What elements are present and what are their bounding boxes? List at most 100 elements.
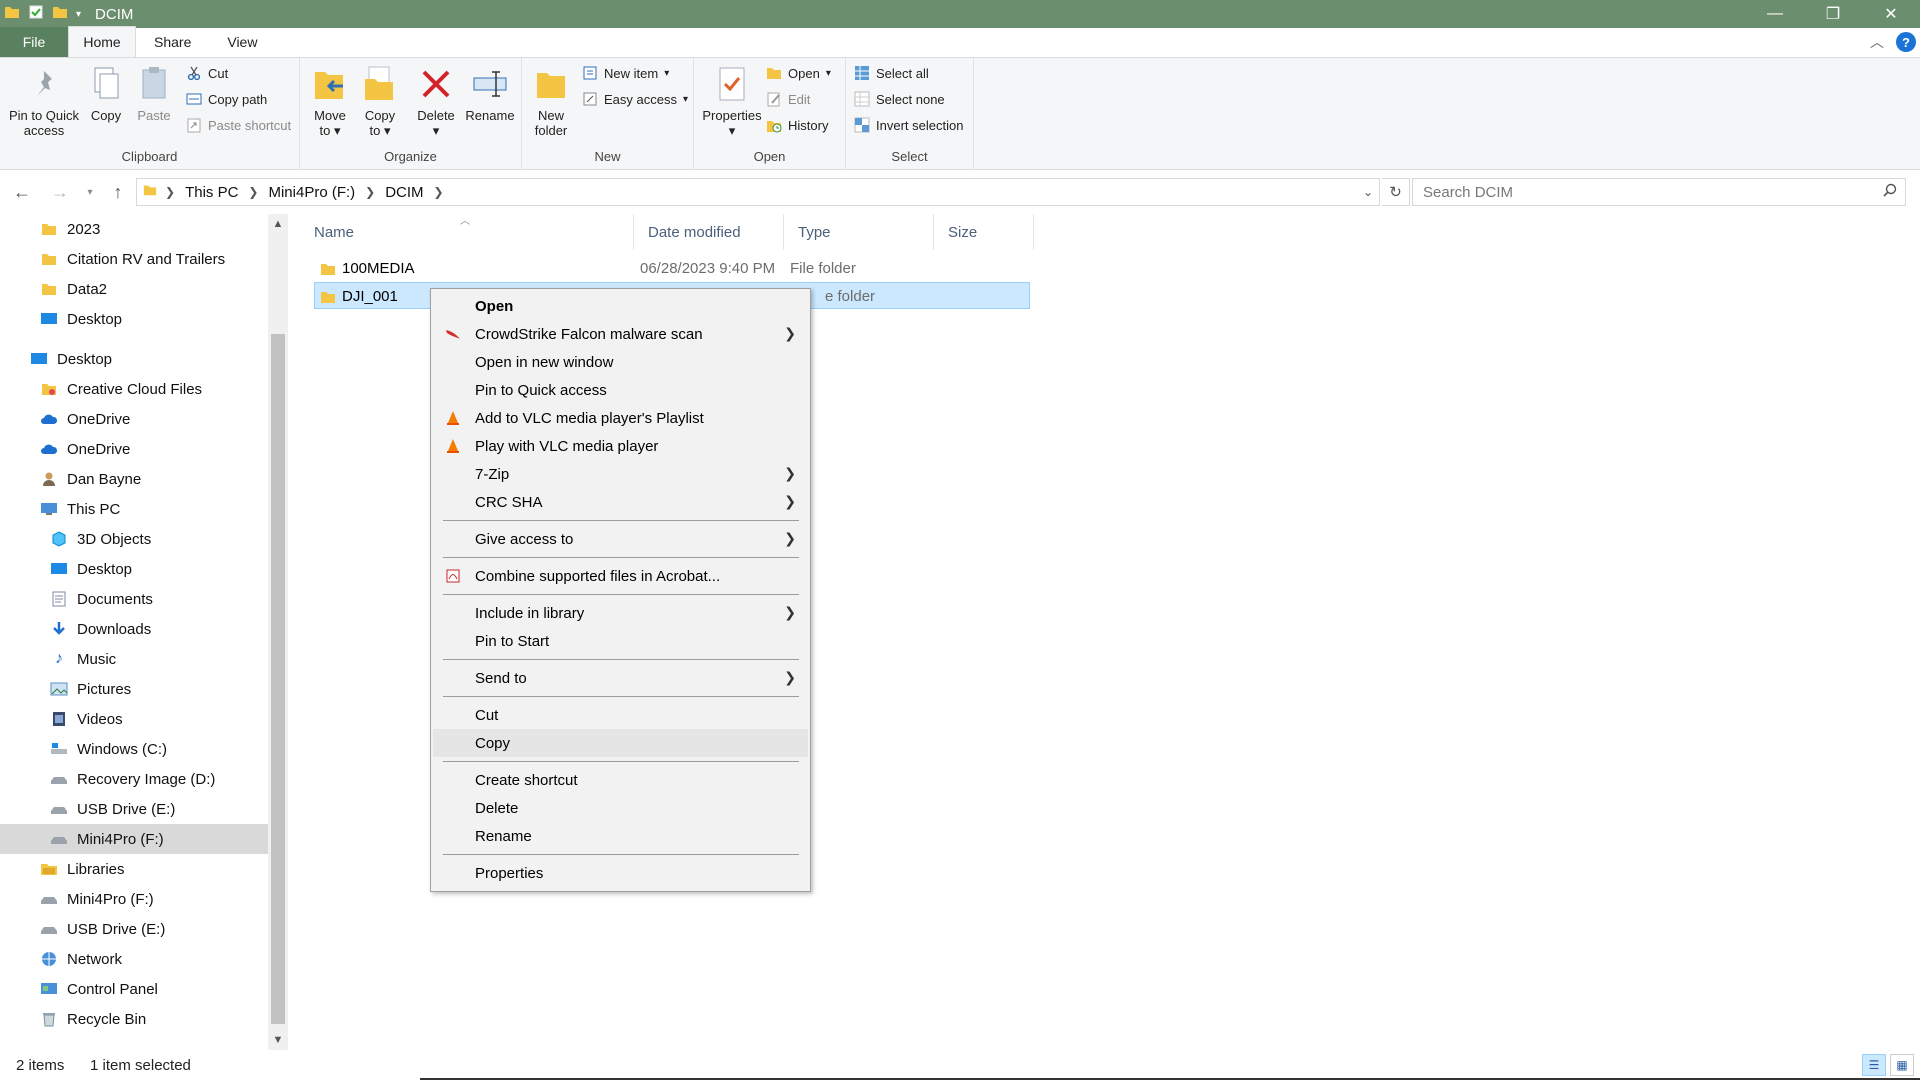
select-none-button[interactable]: Select none (854, 88, 945, 110)
properties-dropdown-icon[interactable]: ▾ (696, 123, 768, 138)
nav-item-network[interactable]: Network (0, 944, 268, 974)
scroll-down-arrow-icon[interactable]: ▼ (268, 1030, 288, 1050)
delete-dropdown-icon[interactable]: ▾ (414, 123, 458, 138)
back-arrow-icon[interactable]: ← (10, 180, 34, 204)
edit-button[interactable]: Edit (766, 88, 810, 110)
nav-item-music[interactable]: ♪ Music (0, 644, 268, 674)
large-icons-view-icon[interactable]: ▦ (1890, 1054, 1914, 1076)
open-button[interactable]: Open ▾ (766, 62, 831, 84)
copy-to-button[interactable]: Copy to ▾ (358, 64, 402, 138)
recent-locations-icon[interactable]: ▾ (78, 180, 102, 204)
menu-item-open[interactable]: Open (433, 292, 808, 320)
nav-item-windows-c[interactable]: Windows (C:) (0, 734, 268, 764)
column-header-size[interactable]: Size (934, 214, 1034, 250)
menu-item-create-shortcut[interactable]: Create shortcut (433, 766, 808, 794)
history-button[interactable]: History (766, 114, 828, 136)
easy-access-button[interactable]: Easy access ▾ (582, 88, 688, 110)
forward-arrow-icon[interactable]: → (48, 180, 72, 204)
cut-button[interactable]: Cut (186, 62, 228, 84)
nav-item-data2[interactable]: Data2 (0, 274, 268, 304)
menu-item-vlc-play[interactable]: Play with VLC media player (433, 432, 808, 460)
breadcrumb-drive[interactable]: Mini4Pro (F:) (262, 184, 361, 201)
help-icon[interactable]: ? (1896, 32, 1916, 52)
menu-item-pin-start[interactable]: Pin to Start (433, 627, 808, 655)
menu-item-pin-quick-access[interactable]: Pin to Quick access (433, 376, 808, 404)
nav-item-creative-cloud[interactable]: Creative Cloud Files (0, 374, 268, 404)
up-arrow-icon[interactable]: ↑ (106, 180, 130, 204)
nav-item-dan-bayne[interactable]: Dan Bayne (0, 464, 268, 494)
address-dropdown-icon[interactable]: ⌄ (1363, 185, 1379, 199)
menu-item-properties[interactable]: Properties (433, 859, 808, 887)
address-bar[interactable]: ❯ This PC ❯ Mini4Pro (F:) ❯ DCIM ❯ ⌄ (136, 178, 1380, 206)
customize-toolbar-icon[interactable]: ▾ (76, 9, 81, 20)
menu-item-acrobat-combine[interactable]: Combine supported files in Acrobat... (433, 562, 808, 590)
pin-to-quick-access-button[interactable]: Pin to Quick access (6, 64, 82, 138)
paste-shortcut-button[interactable]: Paste shortcut (186, 114, 291, 136)
menu-item-crc-sha[interactable]: CRC SHA ❯ (433, 488, 808, 516)
nav-item-citation[interactable]: Citation RV and Trailers (0, 244, 268, 274)
tab-view[interactable]: View (209, 27, 275, 57)
navigation-scrollbar[interactable]: ▲ ▼ (268, 214, 288, 1050)
nav-item-mini4pro-f-2[interactable]: Mini4Pro (F:) (0, 884, 268, 914)
paste-button[interactable]: Paste (132, 64, 176, 123)
nav-item-desktop-root[interactable]: Desktop (0, 344, 268, 374)
nav-item-onedrive-1[interactable]: OneDrive (0, 404, 268, 434)
nav-item-usb-e-2[interactable]: USB Drive (E:) (0, 914, 268, 944)
menu-item-rename[interactable]: Rename (433, 822, 808, 850)
menu-item-crowdstrike[interactable]: CrowdStrike Falcon malware scan ❯ (433, 320, 808, 348)
new-folder-button[interactable]: New folder (528, 64, 574, 138)
new-folder-quick-icon[interactable] (52, 4, 68, 24)
move-to-button[interactable]: Move to ▾ (308, 64, 352, 138)
menu-item-include-library[interactable]: Include in library ❯ (433, 599, 808, 627)
copy-path-button[interactable]: Copy path (186, 88, 267, 110)
properties-quick-icon[interactable] (28, 4, 44, 24)
menu-item-vlc-playlist[interactable]: Add to VLC media player's Playlist (433, 404, 808, 432)
copy-button[interactable]: Copy (84, 64, 128, 123)
tab-share[interactable]: Share (136, 27, 209, 57)
breadcrumb-chevron-icon[interactable]: ❯ (244, 185, 262, 199)
search-icon[interactable] (1875, 183, 1905, 201)
breadcrumb-chevron-icon[interactable]: ❯ (361, 185, 379, 199)
nav-item-onedrive-2[interactable]: OneDrive (0, 434, 268, 464)
nav-item-2023[interactable]: 2023 (0, 214, 268, 244)
breadcrumb-this-pc[interactable]: This PC (179, 184, 244, 201)
search-input[interactable] (1421, 182, 1875, 202)
menu-item-copy[interactable]: Copy (433, 729, 808, 757)
menu-item-give-access[interactable]: Give access to ❯ (433, 525, 808, 553)
maximize-button[interactable]: ❐ (1804, 0, 1862, 28)
scroll-up-arrow-icon[interactable]: ▲ (268, 214, 288, 234)
nav-item-desktop[interactable]: Desktop (0, 304, 268, 334)
file-row[interactable]: 100MEDIA 06/28/2023 9:40 PM File folder (314, 255, 1030, 282)
delete-button[interactable]: Delete ▾ (414, 64, 458, 138)
nav-item-desktop-pc[interactable]: Desktop (0, 554, 268, 584)
close-button[interactable]: ✕ (1862, 0, 1920, 28)
nav-item-this-pc[interactable]: This PC (0, 494, 268, 524)
breadcrumb-chevron-icon[interactable]: ❯ (161, 185, 179, 199)
tab-home[interactable]: Home (68, 26, 136, 57)
details-view-icon[interactable]: ☰ (1862, 1054, 1886, 1076)
select-all-button[interactable]: Select all (854, 62, 929, 84)
menu-item-cut[interactable]: Cut (433, 701, 808, 729)
collapse-ribbon-icon[interactable]: ︿ (1870, 32, 1884, 52)
nav-item-mini4pro-f[interactable]: Mini4Pro (F:) (0, 824, 268, 854)
refresh-icon[interactable]: ↻ (1382, 178, 1410, 206)
column-header-date[interactable]: Date modified (634, 214, 784, 250)
nav-item-downloads[interactable]: Downloads (0, 614, 268, 644)
new-item-button[interactable]: New item ▾ (582, 62, 669, 84)
nav-item-control-panel[interactable]: Control Panel (0, 974, 268, 1004)
menu-item-delete[interactable]: Delete (433, 794, 808, 822)
breadcrumb-dcim[interactable]: DCIM (379, 184, 429, 201)
menu-item-open-new-window[interactable]: Open in new window (433, 348, 808, 376)
properties-button[interactable]: Properties ▾ (696, 64, 768, 138)
rename-button[interactable]: Rename (464, 64, 516, 123)
search-box[interactable] (1412, 178, 1906, 206)
menu-item-send-to[interactable]: Send to ❯ (433, 664, 808, 692)
nav-item-documents[interactable]: Documents (0, 584, 268, 614)
nav-item-libraries[interactable]: Libraries (0, 854, 268, 884)
column-header-type[interactable]: Type (784, 214, 934, 250)
column-header-name[interactable]: Name ︿ (300, 214, 634, 250)
menu-item-7zip[interactable]: 7-Zip ❯ (433, 460, 808, 488)
nav-item-videos[interactable]: Videos (0, 704, 268, 734)
nav-item-recycle-bin[interactable]: Recycle Bin (0, 1004, 268, 1034)
minimize-button[interactable]: — (1746, 0, 1804, 28)
